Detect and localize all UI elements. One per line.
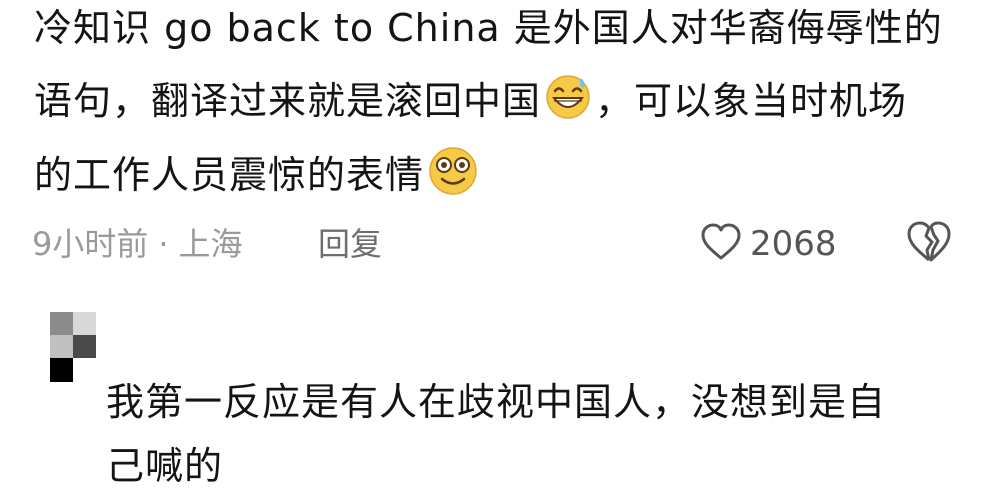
comment-text-line-2: 语句，翻译过来就是滚回中国 ，可以象当时机场 xyxy=(34,74,907,133)
comment-text-line-1: 冷知识 go back to China 是外国人对华裔侮辱性的 xyxy=(34,6,943,50)
comment-text-line-3: 的工作人员震惊的表情 xyxy=(34,146,482,209)
smiling-eyes-emoji-icon xyxy=(428,146,478,209)
comment-text-line-3-text: 的工作人员震惊的表情 xyxy=(34,153,425,197)
reply-text-line-2: 己喊的 xyxy=(106,444,224,488)
meta-separator: · xyxy=(158,225,169,263)
reply-button[interactable]: 回复 xyxy=(318,222,382,266)
comment-item: 冷知识 go back to China 是外国人对华裔侮辱性的 语句，翻译过来… xyxy=(0,0,987,504)
like-button[interactable]: 2068 xyxy=(700,218,837,270)
dislike-button[interactable] xyxy=(906,220,952,268)
comment-location: 上海 xyxy=(178,225,243,263)
heart-outline-icon xyxy=(700,223,742,265)
grinning-sweat-emoji-icon xyxy=(545,74,591,133)
reply-text-line-1: 我第一反应是有人在歧视中国人，没想到是自 xyxy=(106,380,887,424)
avatar[interactable] xyxy=(50,312,96,382)
comment-time: 9小时前 xyxy=(32,225,149,263)
comment-text-line-2a: 语句，翻译过来就是滚回中国 xyxy=(34,79,542,123)
comment-meta: 9小时前 · 上海 xyxy=(32,222,243,266)
comment-text-line-2b: ，可以象当时机场 xyxy=(595,79,908,123)
like-count: 2068 xyxy=(750,224,837,264)
broken-heart-icon xyxy=(906,221,952,268)
